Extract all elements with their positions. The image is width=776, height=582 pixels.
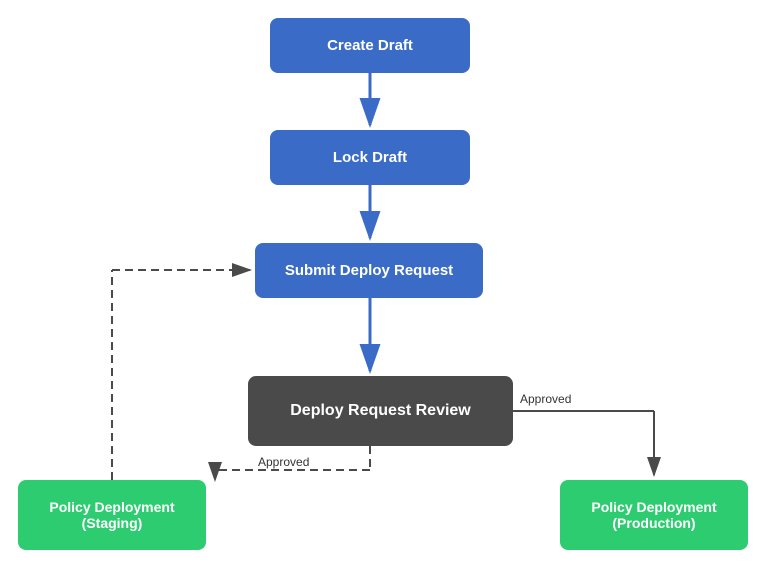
create-draft-node: Create Draft xyxy=(270,18,470,73)
lock-draft-node: Lock Draft xyxy=(270,130,470,185)
approved-right-label: Approved xyxy=(520,392,571,406)
policy-production-node: Policy Deployment (Production) xyxy=(560,480,748,550)
approved-left-label: Approved xyxy=(258,455,309,469)
deploy-review-node: Deploy Request Review xyxy=(248,376,513,446)
diagram: Create Draft Lock Draft Submit Deploy Re… xyxy=(0,0,776,582)
policy-staging-node: Policy Deployment (Staging) xyxy=(18,480,206,550)
submit-deploy-node: Submit Deploy Request xyxy=(255,243,483,298)
